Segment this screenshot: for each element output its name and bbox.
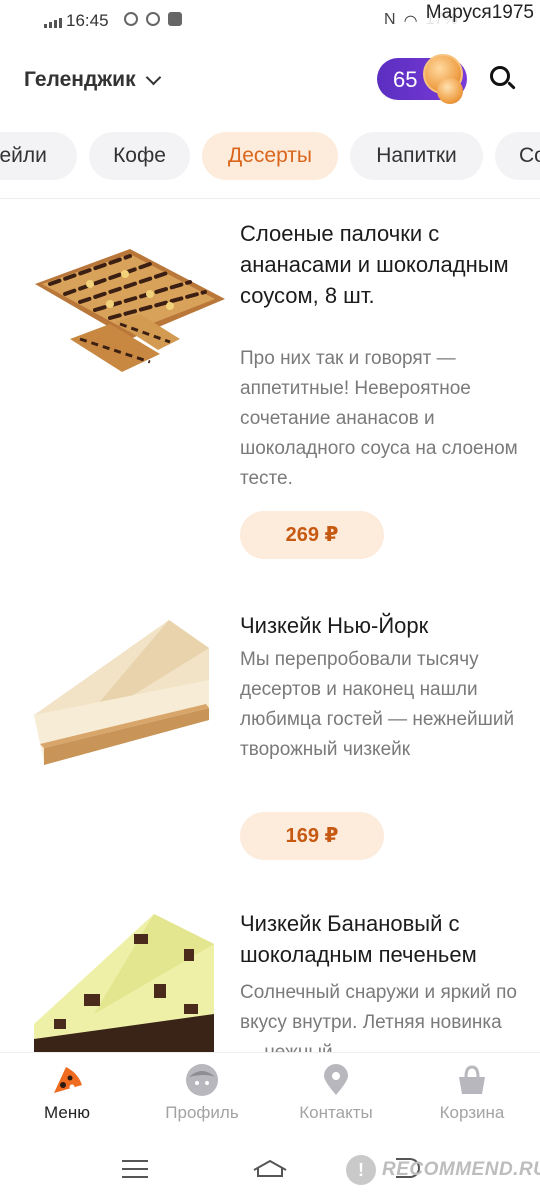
product-title: Чизкейк Банановый с шоколадным печеньем — [240, 911, 477, 967]
tab-cocktails[interactable]: тейли — [0, 132, 77, 180]
bottom-navigation: Меню Профиль Контакты Корзина — [0, 1052, 540, 1140]
tab-desserts[interactable]: Десерты — [202, 132, 338, 180]
price-button[interactable]: 269 ₽ — [240, 511, 384, 559]
banana-cheesecake-image — [34, 914, 214, 1054]
nfc-icon: N — [384, 11, 396, 28]
tab-coffee[interactable]: Кофе — [89, 132, 190, 180]
status-time: 16:45 — [66, 11, 109, 30]
youtube-icon — [168, 12, 182, 26]
signal-icon — [44, 18, 62, 28]
tabs-divider — [0, 198, 540, 199]
coins-count: 65 — [393, 67, 418, 92]
nav-contacts[interactable]: Контакты — [276, 1063, 396, 1123]
coin-small-icon — [437, 78, 463, 104]
nav-profile[interactable]: Профиль — [142, 1063, 262, 1123]
nav-label: Контакты — [299, 1103, 373, 1122]
profile-face-icon — [185, 1063, 219, 1097]
search-button[interactable] — [490, 66, 516, 92]
product-description: Мы перепробовали тысячу десертов и након… — [240, 649, 515, 760]
product-title: Чизкейк Нью-Йорк — [240, 613, 429, 638]
price-button[interactable]: 169 ₽ — [240, 812, 384, 860]
user-watermark: Маруся1975 — [423, 2, 536, 24]
chevron-down-icon — [145, 69, 161, 85]
puff-pastry-sticks-image — [35, 249, 225, 372]
location-pin-icon — [319, 1063, 353, 1097]
nav-label: Корзина — [439, 1103, 505, 1122]
chrome-icon — [146, 12, 160, 26]
wifi-icon: ◠ — [403, 13, 418, 30]
recommend-watermark: ! RECOMMEND.RU — [346, 1150, 540, 1190]
cheesecake-new-york-image — [34, 620, 209, 765]
tab-sauces[interactable]: Со — [495, 132, 540, 180]
status-bar: 16:45 N ◠ 17% Маруся1975 — [0, 0, 540, 44]
pizza-icon — [50, 1063, 84, 1097]
product-title: Слоеные палочки с ананасами и шоколадным… — [240, 221, 509, 308]
city-selector[interactable]: Геленджик — [24, 68, 161, 92]
city-label: Геленджик — [24, 68, 136, 91]
home-button[interactable] — [252, 1158, 288, 1178]
nav-label: Профиль — [165, 1103, 239, 1122]
recent-apps-button[interactable] — [122, 1160, 148, 1184]
nav-menu[interactable]: Меню — [7, 1063, 127, 1123]
whatsapp-icon — [124, 12, 138, 26]
nav-cart[interactable]: Корзина — [412, 1063, 532, 1123]
product-description: Про них так и говорят — аппетитные! Неве… — [240, 348, 518, 489]
category-tabs: тейли Кофе Десерты Напитки Со — [0, 132, 540, 182]
basket-icon — [455, 1063, 489, 1097]
nav-label: Меню — [44, 1103, 90, 1122]
coins-balance-button[interactable]: 65 — [377, 54, 467, 104]
watermark-logo-icon: ! — [346, 1155, 376, 1185]
notification-icons — [124, 12, 182, 26]
app-header: Геленджик 65 — [0, 50, 540, 110]
tab-drinks[interactable]: Напитки — [350, 132, 483, 180]
